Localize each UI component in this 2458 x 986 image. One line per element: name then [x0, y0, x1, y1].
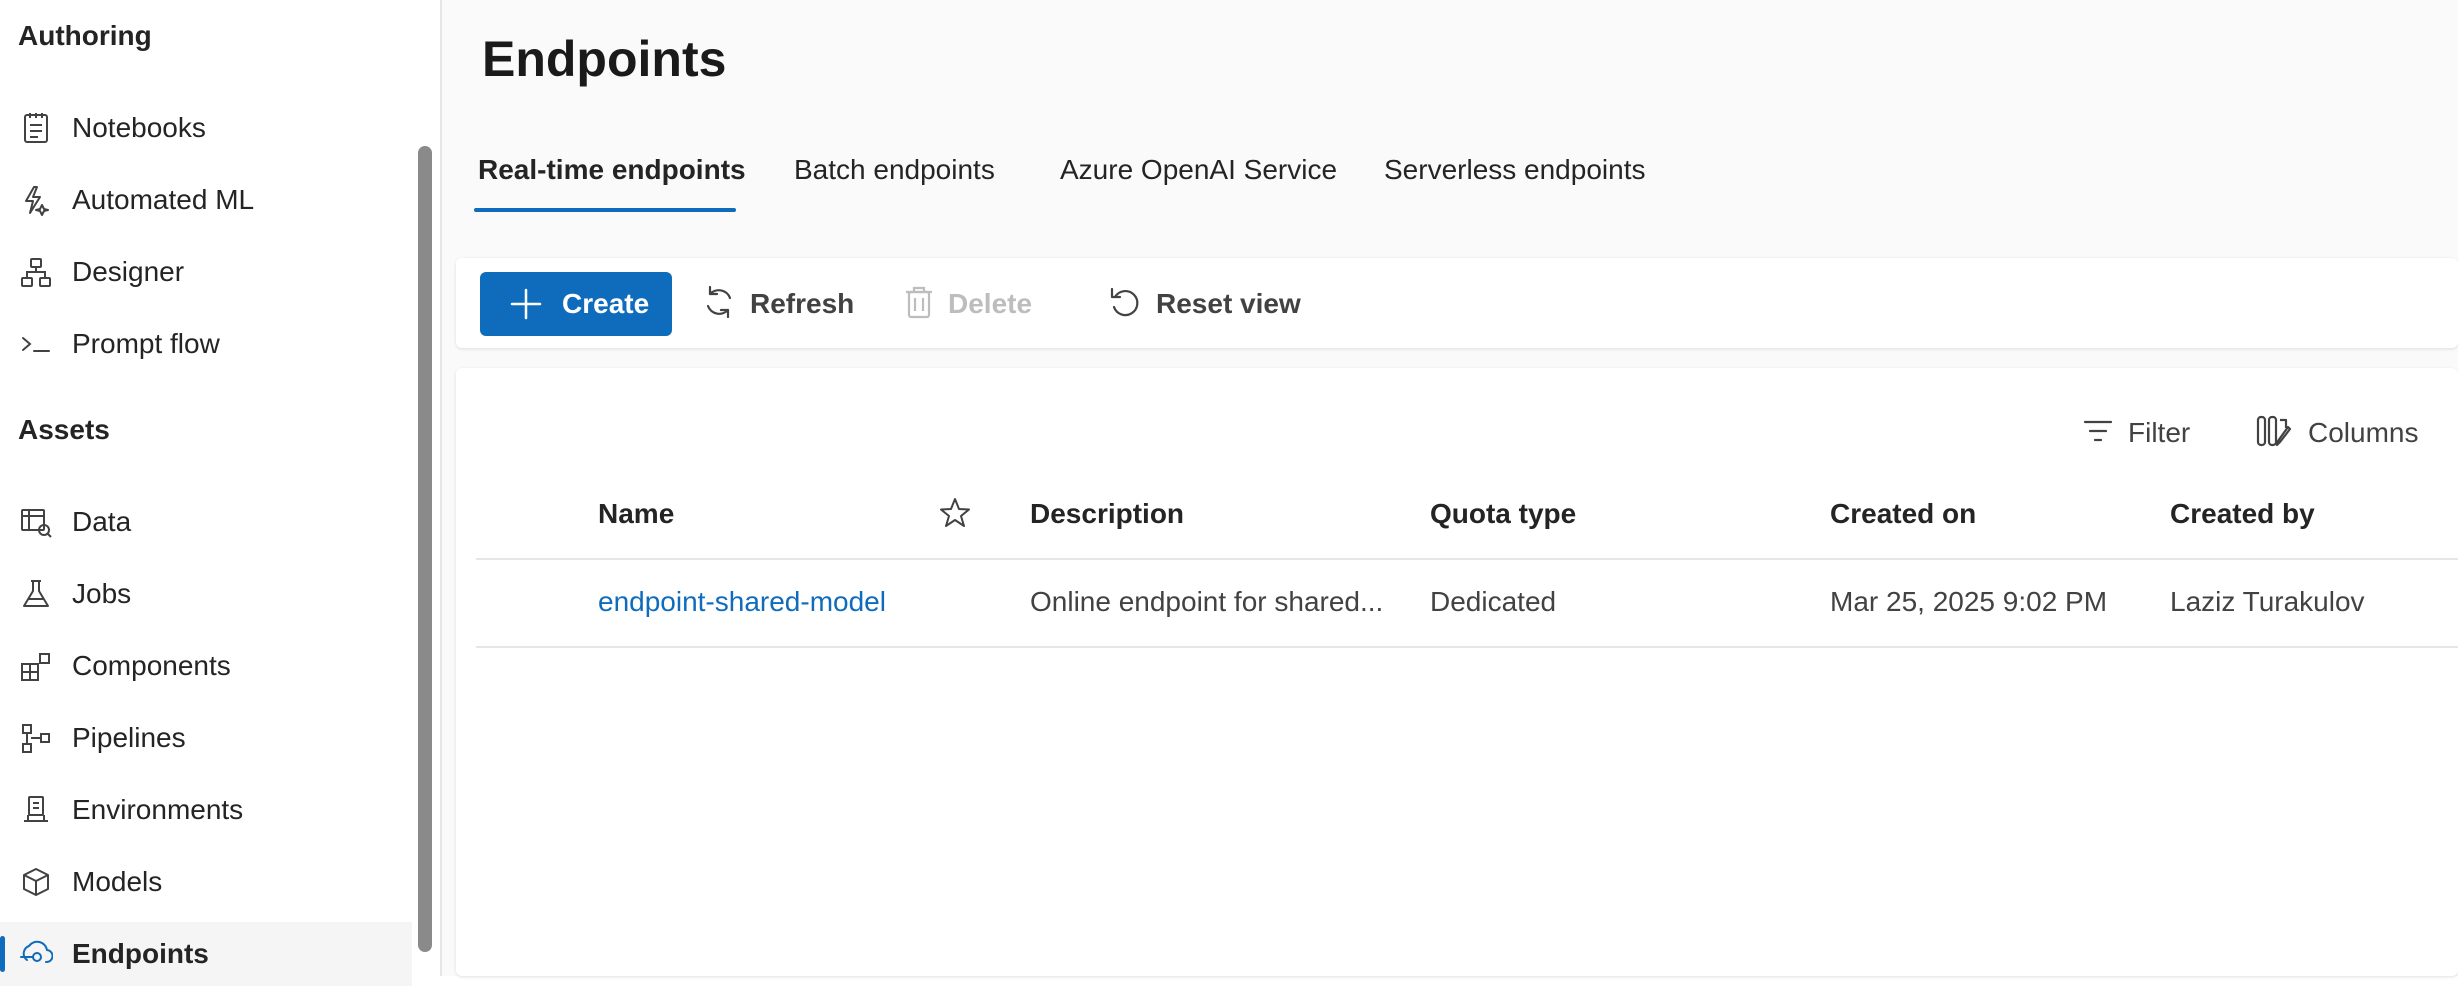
- nav-item-endpoints[interactable]: Endpoints: [0, 922, 412, 986]
- nav-label-automated-ml: Automated ML: [72, 184, 255, 215]
- reset-view-button[interactable]: Reset view: [1108, 272, 1301, 336]
- components-icon: [18, 648, 54, 684]
- endpoint-name-link[interactable]: endpoint-shared-model: [598, 586, 886, 618]
- tab-batch-endpoints[interactable]: Batch endpoints: [794, 154, 995, 186]
- nav-item-models[interactable]: Models: [0, 850, 412, 914]
- columns-edit-icon: [2256, 414, 2294, 453]
- delete-button[interactable]: Delete: [904, 272, 1032, 336]
- refresh-button[interactable]: Refresh: [702, 272, 854, 336]
- designer-icon: [18, 254, 54, 290]
- create-button[interactable]: Create: [480, 272, 672, 336]
- filter-icon: [2082, 417, 2114, 450]
- nav-label-pipelines: Pipelines: [72, 722, 186, 753]
- cube-icon: [18, 864, 54, 900]
- data-icon: [18, 504, 54, 540]
- star-icon[interactable]: [938, 496, 972, 535]
- nav-label-data: Data: [72, 506, 132, 537]
- filter-label: Filter: [2128, 417, 2191, 448]
- nav-item-jobs[interactable]: Jobs: [0, 562, 412, 626]
- nav-label-notebooks: Notebooks: [72, 112, 206, 143]
- header-divider: [476, 558, 2458, 560]
- command-toolbar: Create Refresh Delete Reset view: [456, 258, 2458, 348]
- tab-real-time-endpoints[interactable]: Real-time endpoints: [478, 154, 746, 186]
- column-header-created-by[interactable]: Created by: [2170, 498, 2315, 530]
- nav-item-prompt-flow[interactable]: Prompt flow: [0, 312, 412, 376]
- columns-label: Columns: [2308, 417, 2419, 448]
- plus-icon: [510, 288, 542, 325]
- create-button-label: Create: [562, 288, 650, 319]
- sidebar-scrollbar-thumb[interactable]: [418, 146, 432, 952]
- column-header-name[interactable]: Name: [598, 498, 674, 530]
- nav-item-components[interactable]: Components: [0, 634, 412, 698]
- prompt-flow-icon: [18, 326, 54, 362]
- page-title: Endpoints: [482, 31, 727, 87]
- pipelines-icon: [18, 720, 54, 756]
- nav-item-notebooks[interactable]: Notebooks: [0, 96, 412, 160]
- flask-icon: [18, 576, 54, 612]
- endpoints-grid: Filter Columns Name Description Quota ty…: [456, 368, 2458, 976]
- endpoints-icon: [18, 936, 54, 972]
- row-divider: [476, 646, 2458, 648]
- endpoint-created-by: Laziz Turakulov: [2170, 586, 2365, 617]
- nav-item-data[interactable]: Data: [0, 490, 412, 554]
- tab-azure-openai-service[interactable]: Azure OpenAI Service: [1060, 154, 1337, 186]
- nav-item-automated-ml[interactable]: Automated ML: [0, 168, 412, 232]
- column-header-description[interactable]: Description: [1030, 498, 1184, 530]
- active-tab-indicator: [474, 208, 736, 212]
- nav-item-environments[interactable]: Environments: [0, 778, 412, 842]
- authoring-section-header: Authoring: [18, 20, 152, 51]
- automated-ml-icon: [18, 182, 54, 218]
- trash-icon: [904, 285, 934, 324]
- reset-icon: [1108, 285, 1142, 324]
- nav-label-endpoints: Endpoints: [72, 938, 209, 969]
- left-nav-sidebar: Authoring Notebooks Automated ML Designe…: [0, 0, 412, 986]
- tab-serverless-endpoints[interactable]: Serverless endpoints: [1384, 154, 1645, 186]
- nav-item-designer[interactable]: Designer: [0, 240, 412, 304]
- notebook-icon: [18, 110, 54, 146]
- environments-icon: [18, 792, 54, 828]
- nav-label-components: Components: [72, 650, 231, 681]
- endpoint-created-on: Mar 25, 2025 9:02 PM: [1830, 586, 2108, 617]
- refresh-button-label: Refresh: [750, 288, 855, 319]
- delete-button-label: Delete: [948, 288, 1033, 319]
- column-header-quota-type[interactable]: Quota type: [1430, 498, 1576, 530]
- columns-button[interactable]: Columns: [2256, 408, 2418, 458]
- endpoint-quota-type: Dedicated: [1430, 586, 1557, 617]
- refresh-icon: [702, 284, 736, 325]
- main-content: Endpoints Real-time endpoints Batch endp…: [442, 0, 2458, 976]
- nav-label-prompt-flow: Prompt flow: [72, 328, 220, 359]
- assets-section-header: Assets: [18, 414, 110, 445]
- nav-label-designer: Designer: [72, 256, 185, 287]
- nav-label-environments: Environments: [72, 794, 244, 825]
- nav-label-models: Models: [72, 866, 163, 897]
- nav-item-pipelines[interactable]: Pipelines: [0, 706, 412, 770]
- reset-view-button-label: Reset view: [1156, 288, 1301, 319]
- filter-button[interactable]: Filter: [2082, 408, 2190, 458]
- endpoint-description: Online endpoint for shared...: [1030, 586, 1384, 617]
- nav-label-jobs: Jobs: [72, 578, 132, 609]
- column-header-created-on[interactable]: Created on: [1830, 498, 1976, 530]
